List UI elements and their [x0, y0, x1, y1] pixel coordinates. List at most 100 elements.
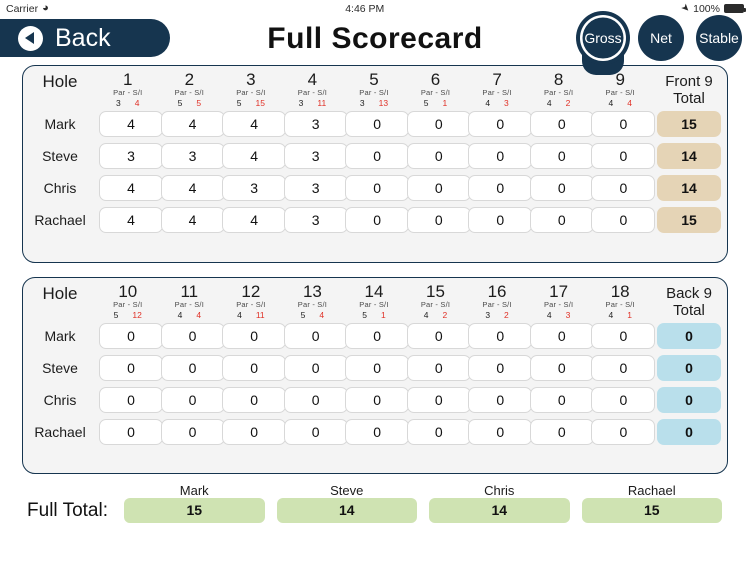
stroke-index-value: 4 [196, 310, 202, 320]
par-value: 3 [485, 310, 491, 320]
score-input-steve-hole-3[interactable] [222, 143, 287, 169]
score-input-chris-hole-12[interactable] [222, 387, 287, 413]
score-input-steve-hole-16[interactable] [468, 355, 533, 381]
score-input-rachael-hole-17[interactable] [529, 419, 594, 445]
battery-full-icon [723, 4, 746, 13]
score-input-rachael-hole-15[interactable] [406, 419, 471, 445]
score-input-chris-hole-18[interactable] [591, 387, 656, 413]
score-input-rachael-hole-16[interactable] [468, 419, 533, 445]
score-input-rachael-hole-2[interactable] [160, 207, 225, 233]
score-input-mark-hole-2[interactable] [160, 111, 225, 137]
score-input-chris-hole-10[interactable] [99, 387, 163, 413]
score-input-chris-hole-6[interactable] [406, 175, 471, 201]
score-input-steve-hole-11[interactable] [160, 355, 225, 381]
score-input-mark-hole-14[interactable] [345, 323, 410, 349]
full-total-cell: 14 [271, 498, 424, 523]
score-cell [159, 172, 225, 204]
score-input-rachael-hole-11[interactable] [160, 419, 225, 445]
score-input-mark-hole-15[interactable] [406, 323, 471, 349]
par-si-caption: Par - S/I [297, 300, 328, 309]
score-cell [343, 140, 410, 172]
score-input-steve-hole-14[interactable] [345, 355, 410, 381]
score-input-steve-hole-12[interactable] [222, 355, 287, 381]
score-input-steve-hole-8[interactable] [529, 143, 594, 169]
score-input-rachael-hole-18[interactable] [591, 419, 656, 445]
hole-number: 8 [553, 70, 564, 89]
score-input-chris-hole-15[interactable] [406, 387, 471, 413]
score-input-chris-hole-14[interactable] [345, 387, 410, 413]
score-input-chris-hole-3[interactable] [222, 175, 287, 201]
score-cell [97, 204, 163, 236]
score-input-steve-hole-17[interactable] [529, 355, 594, 381]
score-input-mark-hole-16[interactable] [468, 323, 533, 349]
score-input-steve-hole-7[interactable] [468, 143, 533, 169]
score-input-chris-hole-2[interactable] [160, 175, 225, 201]
score-input-rachael-hole-1[interactable] [99, 207, 163, 233]
score-input-steve-hole-10[interactable] [99, 355, 163, 381]
score-input-mark-hole-6[interactable] [406, 111, 471, 137]
score-input-mark-hole-5[interactable] [345, 111, 410, 137]
score-input-mark-hole-8[interactable] [529, 111, 594, 137]
par-si-caption: Par - S/I [482, 300, 512, 309]
table-row: Mark 0 [23, 320, 727, 352]
score-input-steve-hole-2[interactable] [160, 143, 225, 169]
score-input-mark-hole-11[interactable] [160, 323, 225, 349]
par-value: 4 [608, 98, 614, 108]
score-input-rachael-hole-14[interactable] [345, 419, 410, 445]
score-input-rachael-hole-3[interactable] [222, 207, 287, 233]
score-input-chris-hole-11[interactable] [160, 387, 225, 413]
score-input-steve-hole-9[interactable] [591, 143, 656, 169]
score-input-mark-hole-13[interactable] [283, 323, 348, 349]
score-input-chris-hole-13[interactable] [283, 387, 348, 413]
hole-number: 7 [492, 70, 502, 89]
stable-mode-button[interactable]: Stable [696, 15, 742, 61]
score-input-rachael-hole-4[interactable] [283, 207, 348, 233]
score-input-rachael-hole-10[interactable] [99, 419, 163, 445]
score-input-mark-hole-10[interactable] [99, 323, 163, 349]
score-input-steve-hole-4[interactable] [283, 143, 348, 169]
score-input-mark-hole-12[interactable] [222, 323, 287, 349]
score-cell [159, 140, 225, 172]
score-input-chris-hole-8[interactable] [529, 175, 594, 201]
score-input-rachael-hole-6[interactable] [406, 207, 471, 233]
score-input-steve-hole-1[interactable] [99, 143, 163, 169]
score-input-steve-hole-6[interactable] [406, 143, 471, 169]
score-cell [405, 108, 471, 140]
score-input-rachael-hole-5[interactable] [345, 207, 410, 233]
score-input-chris-hole-17[interactable] [529, 387, 594, 413]
score-input-mark-hole-7[interactable] [468, 111, 533, 137]
score-cell [589, 172, 656, 204]
score-input-mark-hole-4[interactable] [283, 111, 348, 137]
score-input-mark-hole-1[interactable] [99, 111, 163, 137]
score-input-chris-hole-9[interactable] [591, 175, 656, 201]
score-input-rachael-hole-13[interactable] [283, 419, 348, 445]
score-input-rachael-hole-7[interactable] [468, 207, 533, 233]
score-cell [589, 416, 656, 448]
score-input-rachael-hole-8[interactable] [529, 207, 594, 233]
score-cell [282, 140, 348, 172]
score-cell [220, 384, 287, 416]
gross-mode-button[interactable]: Gross [580, 15, 626, 61]
score-input-mark-hole-17[interactable] [529, 323, 594, 349]
score-input-chris-hole-4[interactable] [283, 175, 348, 201]
score-input-steve-hole-18[interactable] [591, 355, 656, 381]
hole-number: 2 [184, 70, 195, 89]
score-input-mark-hole-9[interactable] [591, 111, 656, 137]
score-input-rachael-hole-12[interactable] [222, 419, 287, 445]
hole-7-header: 7 Par - S/I 4 3 [466, 66, 528, 108]
score-input-chris-hole-7[interactable] [468, 175, 533, 201]
score-input-steve-hole-13[interactable] [283, 355, 348, 381]
score-input-rachael-hole-9[interactable] [591, 207, 656, 233]
net-mode-button[interactable]: Net [638, 15, 684, 61]
par-si-caption: Par - S/I [605, 300, 635, 309]
score-input-steve-hole-15[interactable] [406, 355, 471, 381]
score-input-chris-hole-16[interactable] [468, 387, 533, 413]
table-row: Chris 14 [23, 172, 727, 204]
stroke-index-value: 12 [132, 310, 142, 320]
score-input-mark-hole-3[interactable] [222, 111, 287, 137]
score-input-mark-hole-18[interactable] [591, 323, 656, 349]
score-input-steve-hole-5[interactable] [345, 143, 410, 169]
score-input-chris-hole-5[interactable] [345, 175, 410, 201]
score-input-chris-hole-1[interactable] [99, 175, 163, 201]
table-row: Rachael 0 [23, 416, 727, 448]
